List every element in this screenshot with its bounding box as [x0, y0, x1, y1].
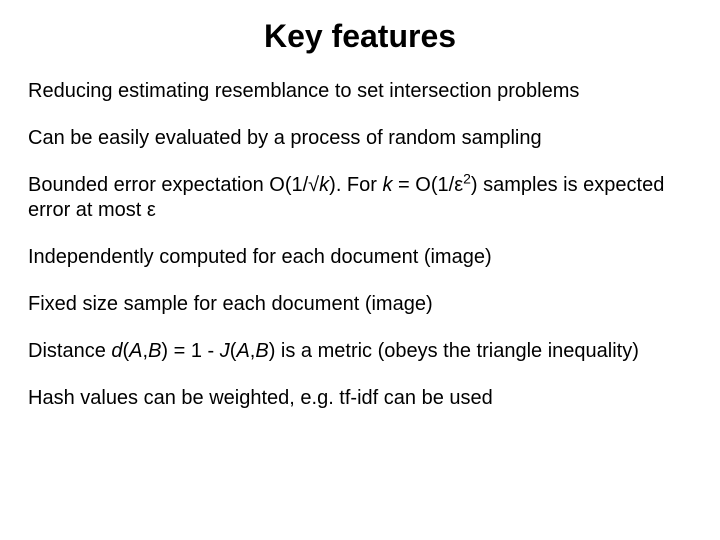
- var-B: B: [148, 340, 161, 362]
- var-d: d: [111, 340, 122, 362]
- bullet-6: Distance d(A,B) = 1 - J(A,B) is a metric…: [28, 339, 692, 364]
- text-run: ) is a metric (obeys the triangle inequa…: [269, 340, 639, 362]
- var-k: k: [319, 174, 329, 196]
- slide: Key features Reducing estimating resembl…: [0, 0, 720, 540]
- var-B: B: [255, 340, 268, 362]
- bullet-5: Fixed size sample for each document (ima…: [28, 292, 692, 317]
- var-k: k: [383, 174, 393, 196]
- text-run: = O(1/ε: [393, 174, 464, 196]
- var-A: A: [236, 340, 249, 362]
- bullet-3: Bounded error expectation O(1/√k). For k…: [28, 173, 692, 223]
- var-J: J: [220, 340, 230, 362]
- slide-title: Key features: [28, 18, 692, 55]
- bullet-7: Hash values can be weighted, e.g. tf-idf…: [28, 386, 692, 411]
- text-run: ). For: [329, 174, 382, 196]
- text-run: Bounded error expectation O(1/√: [28, 174, 319, 196]
- bullet-4: Independently computed for each document…: [28, 245, 692, 270]
- var-A: A: [129, 340, 142, 362]
- text-run: ) = 1 -: [161, 340, 219, 362]
- bullet-1: Reducing estimating resemblance to set i…: [28, 79, 692, 104]
- text-run: Distance: [28, 340, 111, 362]
- exponent: 2: [463, 170, 471, 186]
- bullet-2: Can be easily evaluated by a process of …: [28, 126, 692, 151]
